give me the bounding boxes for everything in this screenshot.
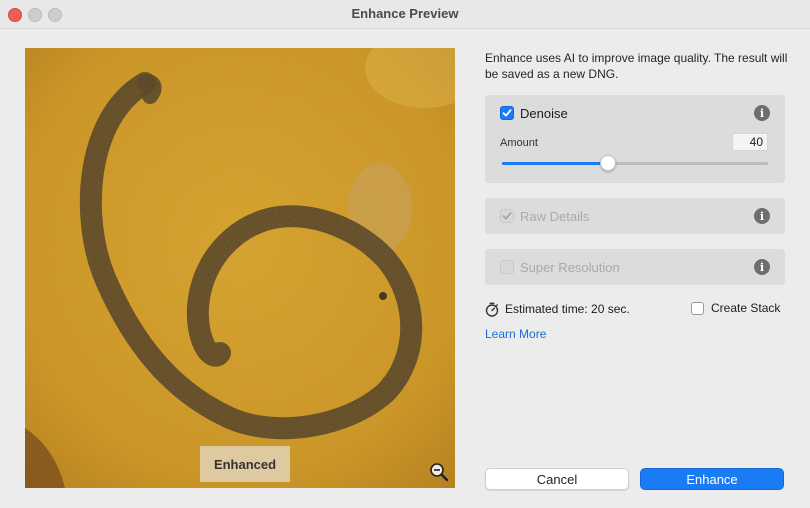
window-title: Enhance Preview: [351, 6, 459, 21]
amount-slider-thumb[interactable]: [600, 155, 616, 171]
super-resolution-label: Super Resolution: [520, 260, 620, 275]
learn-more-link[interactable]: Learn More: [485, 327, 546, 341]
create-stack-option[interactable]: Create Stack: [691, 301, 780, 315]
info-icon[interactable]: i: [754, 105, 770, 121]
enhance-preview-window: Enhance Preview Enhanced Enhance uses AI…: [0, 0, 810, 508]
estimated-time-text: Estimated time: 20 sec.: [505, 302, 630, 316]
raw-details-label: Raw Details: [520, 209, 590, 224]
info-icon[interactable]: i: [754, 208, 770, 224]
estimated-time: Estimated time: 20 sec.: [485, 300, 630, 318]
amount-value-field[interactable]: 40: [732, 133, 768, 151]
denoise-label: Denoise: [520, 106, 568, 121]
super-resolution-group: Super Resolution i: [485, 249, 785, 285]
enhance-button[interactable]: Enhance: [640, 468, 784, 490]
amount-slider[interactable]: [502, 155, 768, 171]
enhanced-badge: Enhanced: [200, 446, 290, 482]
create-stack-label: Create Stack: [711, 301, 781, 315]
title-bar: Enhance Preview: [0, 0, 810, 29]
super-resolution-checkbox[interactable]: [500, 260, 514, 274]
cancel-button[interactable]: Cancel: [485, 468, 629, 490]
amount-slider-fill: [502, 162, 608, 165]
denoise-checkbox[interactable]: [500, 106, 514, 120]
enhance-preview-image[interactable]: Enhanced: [25, 48, 455, 488]
raw-details-group: Raw Details i: [485, 198, 785, 234]
info-icon[interactable]: i: [754, 259, 770, 275]
amount-label: Amount: [500, 137, 538, 149]
zoom-out-icon[interactable]: [429, 462, 449, 482]
enhance-description: Enhance uses AI to improve image quality…: [485, 51, 788, 81]
raw-details-checkbox[interactable]: [500, 209, 514, 223]
create-stack-checkbox[interactable]: [691, 301, 704, 315]
denoise-group: Denoise i Amount 40: [485, 95, 785, 183]
stopwatch-icon: [485, 302, 499, 317]
preview-artwork: [25, 48, 455, 488]
